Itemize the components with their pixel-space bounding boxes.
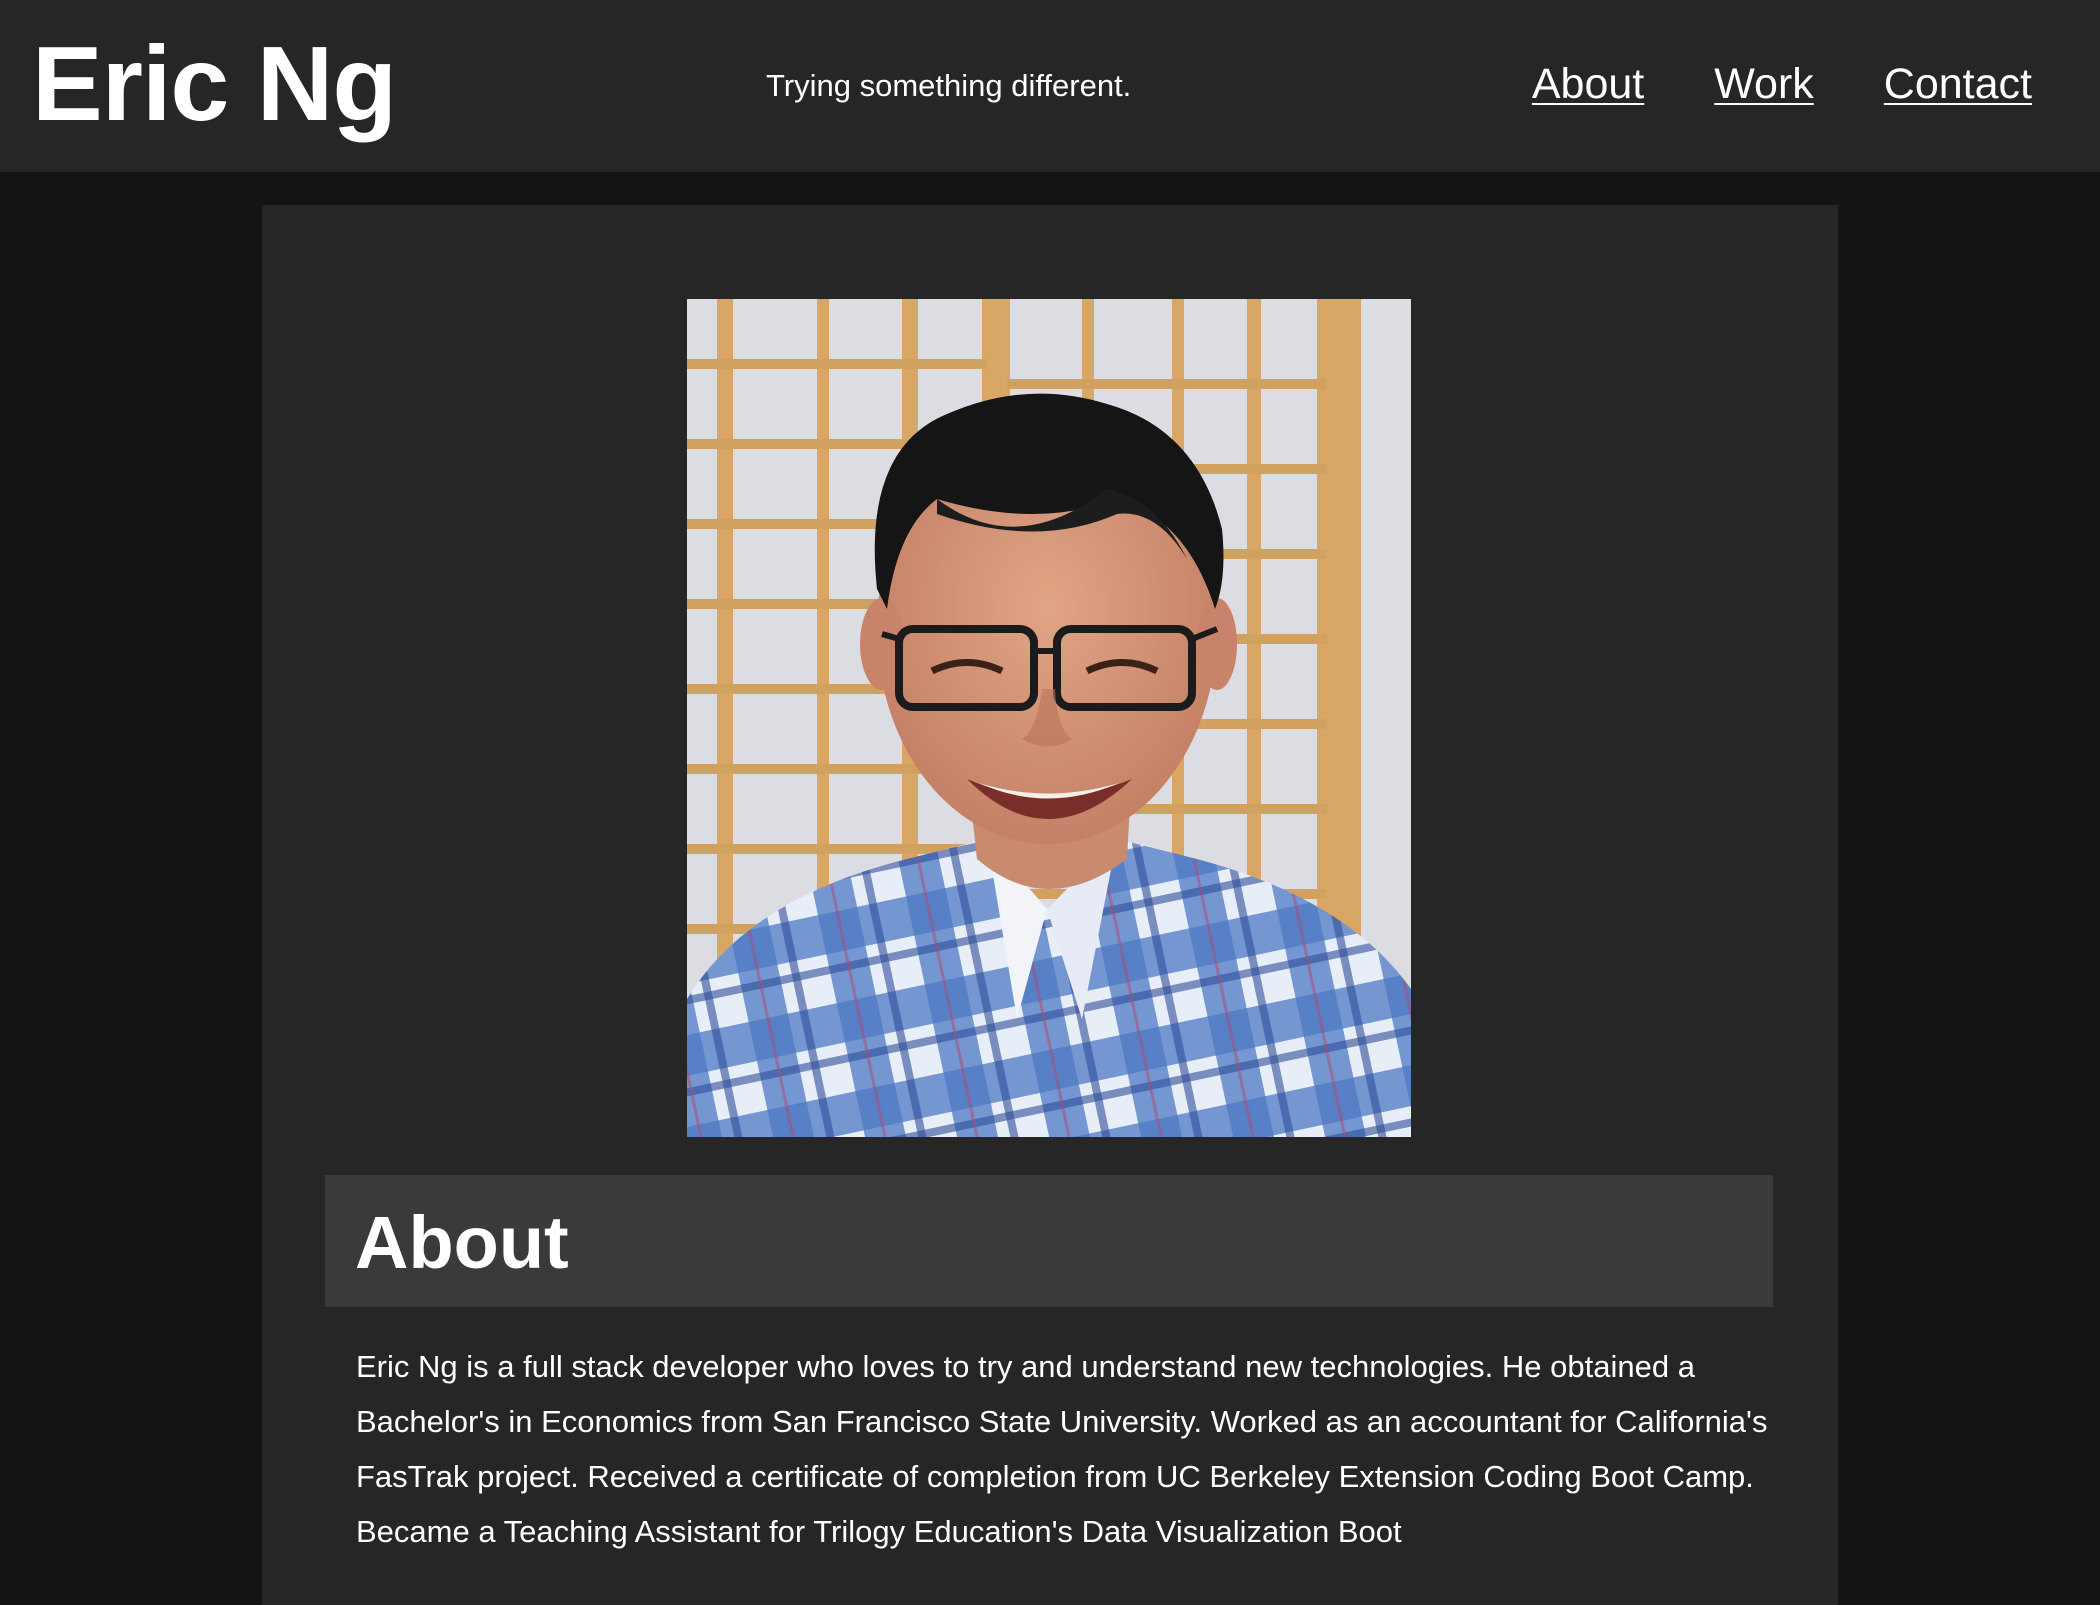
main-nav: About Work Contact xyxy=(1532,56,2032,112)
about-bio-text: Eric Ng is a full stack developer who lo… xyxy=(356,1349,1768,1549)
about-section-header: About xyxy=(325,1175,1773,1307)
site-title[interactable]: Eric Ng xyxy=(32,24,397,144)
nav-link-contact[interactable]: Contact xyxy=(1884,56,2032,112)
portrait-photo xyxy=(687,299,1411,1137)
site-header: Eric Ng Trying something different. Abou… xyxy=(0,0,2100,172)
nav-link-work[interactable]: Work xyxy=(1714,56,1814,112)
nav-link-about[interactable]: About xyxy=(1532,56,1644,112)
site-tagline: Trying something different. xyxy=(766,68,1132,103)
content-panel: About Eric Ng is a full stack developer … xyxy=(262,205,1838,1605)
about-heading: About xyxy=(355,1201,569,1284)
